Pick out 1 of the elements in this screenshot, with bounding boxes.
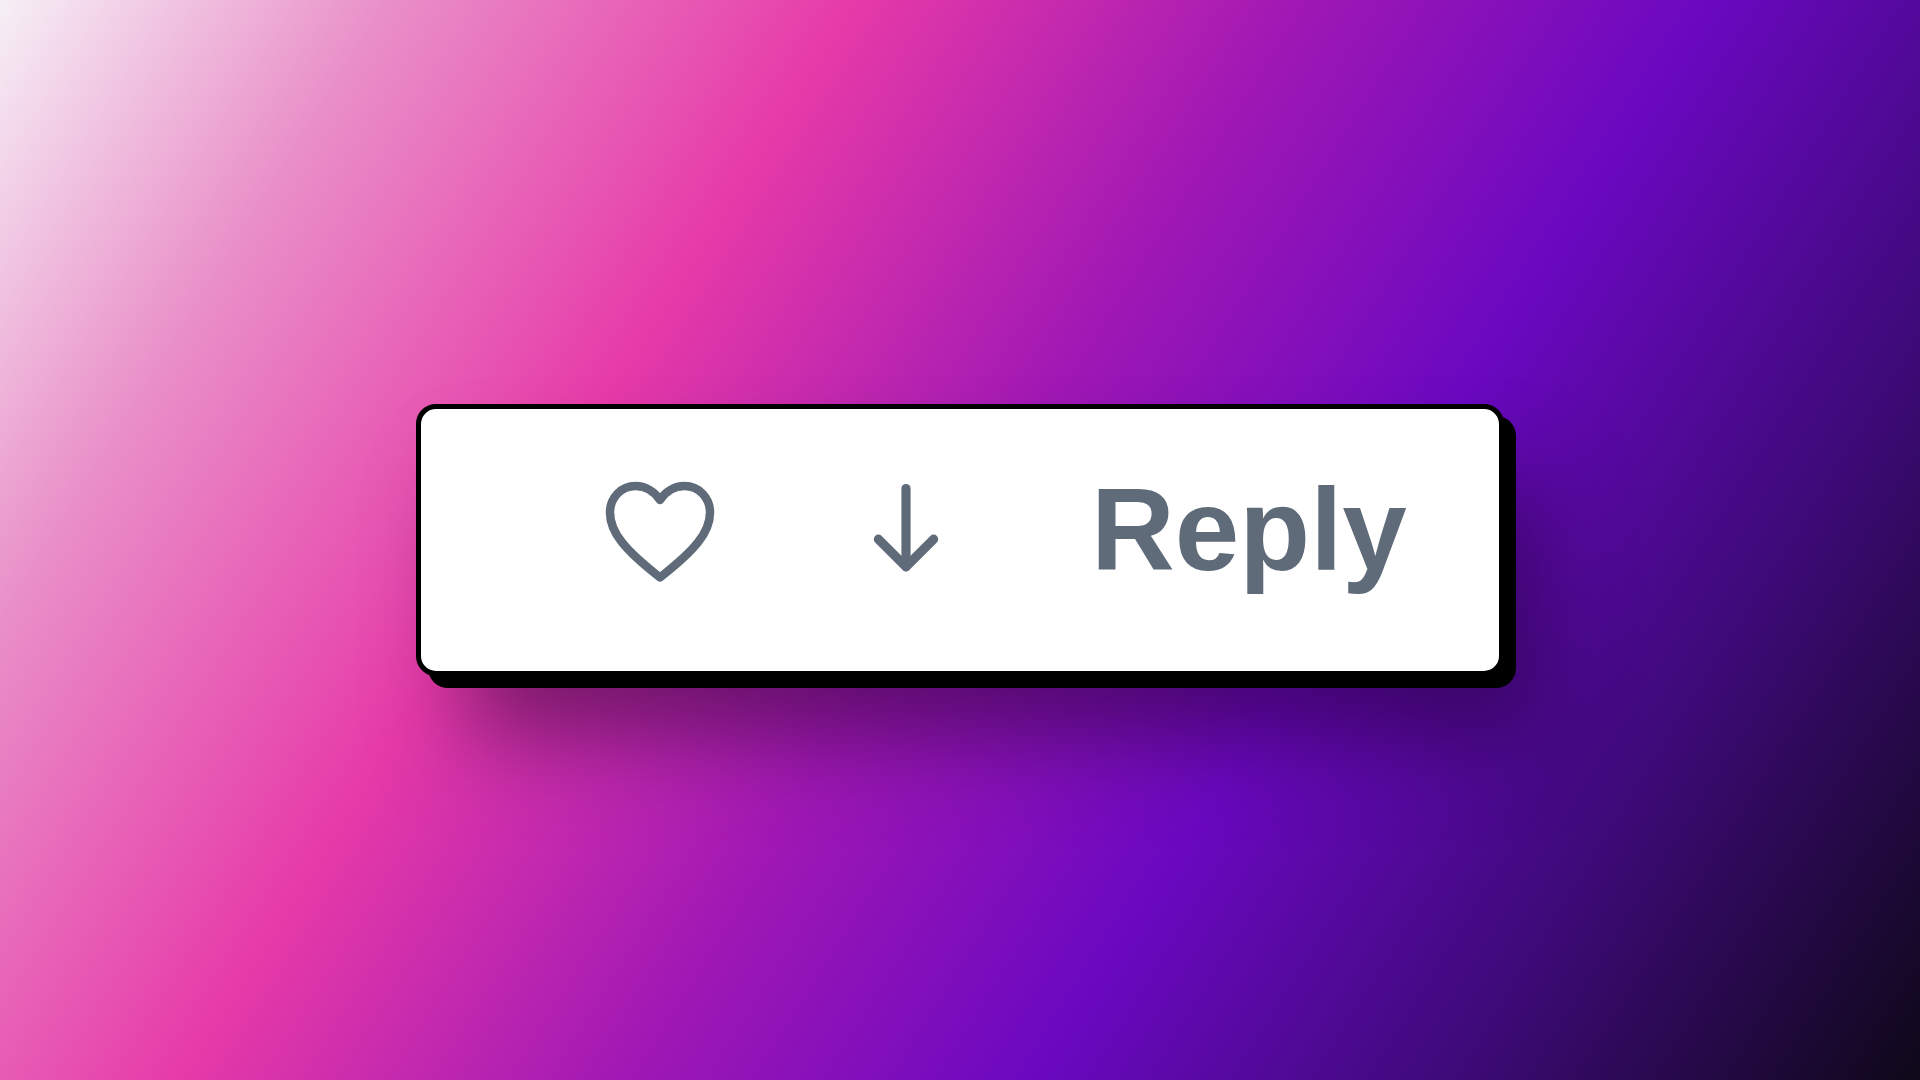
- reply-button[interactable]: Reply: [1091, 457, 1407, 603]
